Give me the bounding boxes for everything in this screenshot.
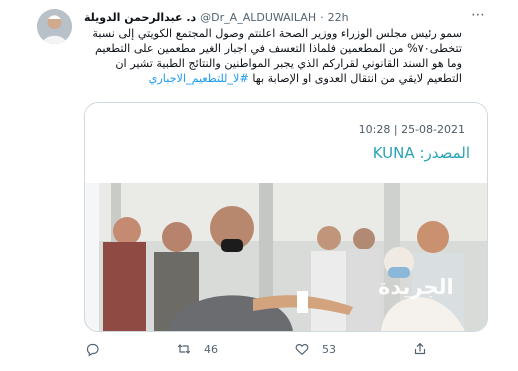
card-header: 10:28 | 25-08-2021 المصدر: KUNA: [85, 103, 487, 183]
retweet-icon: [177, 344, 191, 354]
retweet-button[interactable]: 46: [176, 341, 218, 357]
reply-icon: [86, 343, 99, 357]
tweet-header: د. عبدالرحمن الدويلة @Dr_A_ALDUWAILAH · …: [84, 9, 456, 25]
photo-scene: [99, 183, 487, 331]
tweet-actions: 46 53: [84, 341, 428, 357]
more-icon[interactable]: ⋯: [468, 8, 488, 25]
source-name: KUNA: [372, 144, 415, 162]
avatar[interactable]: [37, 9, 72, 44]
retweet-count: 46: [204, 342, 218, 356]
like-button[interactable]: 53: [294, 341, 336, 357]
like-count: 53: [322, 342, 336, 356]
share-icon: [414, 343, 426, 355]
separator-dot: ·: [320, 10, 324, 24]
author-handle[interactable]: @Dr_A_ALDUWAILAH: [200, 11, 316, 24]
news-photo: الجريدة: [99, 183, 487, 331]
avatar-image: [37, 9, 72, 44]
hashtag-link[interactable]: #لا_للتطعيم_الاجباري: [149, 72, 249, 85]
share-button[interactable]: [412, 341, 428, 357]
source-label: المصدر:: [419, 144, 470, 162]
card-source: المصدر: KUNA: [373, 144, 470, 162]
heart-icon: [295, 344, 309, 355]
reply-button[interactable]: [84, 341, 100, 357]
card-timestamp: 10:28 | 25-08-2021: [358, 123, 465, 136]
author-name[interactable]: د. عبدالرحمن الدويلة: [84, 11, 196, 24]
watermark: الجريدة: [378, 275, 454, 299]
tweet-time[interactable]: 22h: [328, 11, 349, 24]
link-card[interactable]: 10:28 | 25-08-2021 المصدر: KUNA الجريدة: [84, 102, 488, 332]
tweet-text: سمو رئيس مجلس الوزراء ووزير الصحة اعلنتم…: [84, 26, 462, 86]
tweet-card: د. عبدالرحمن الدويلة @Dr_A_ALDUWAILAH · …: [0, 0, 518, 371]
